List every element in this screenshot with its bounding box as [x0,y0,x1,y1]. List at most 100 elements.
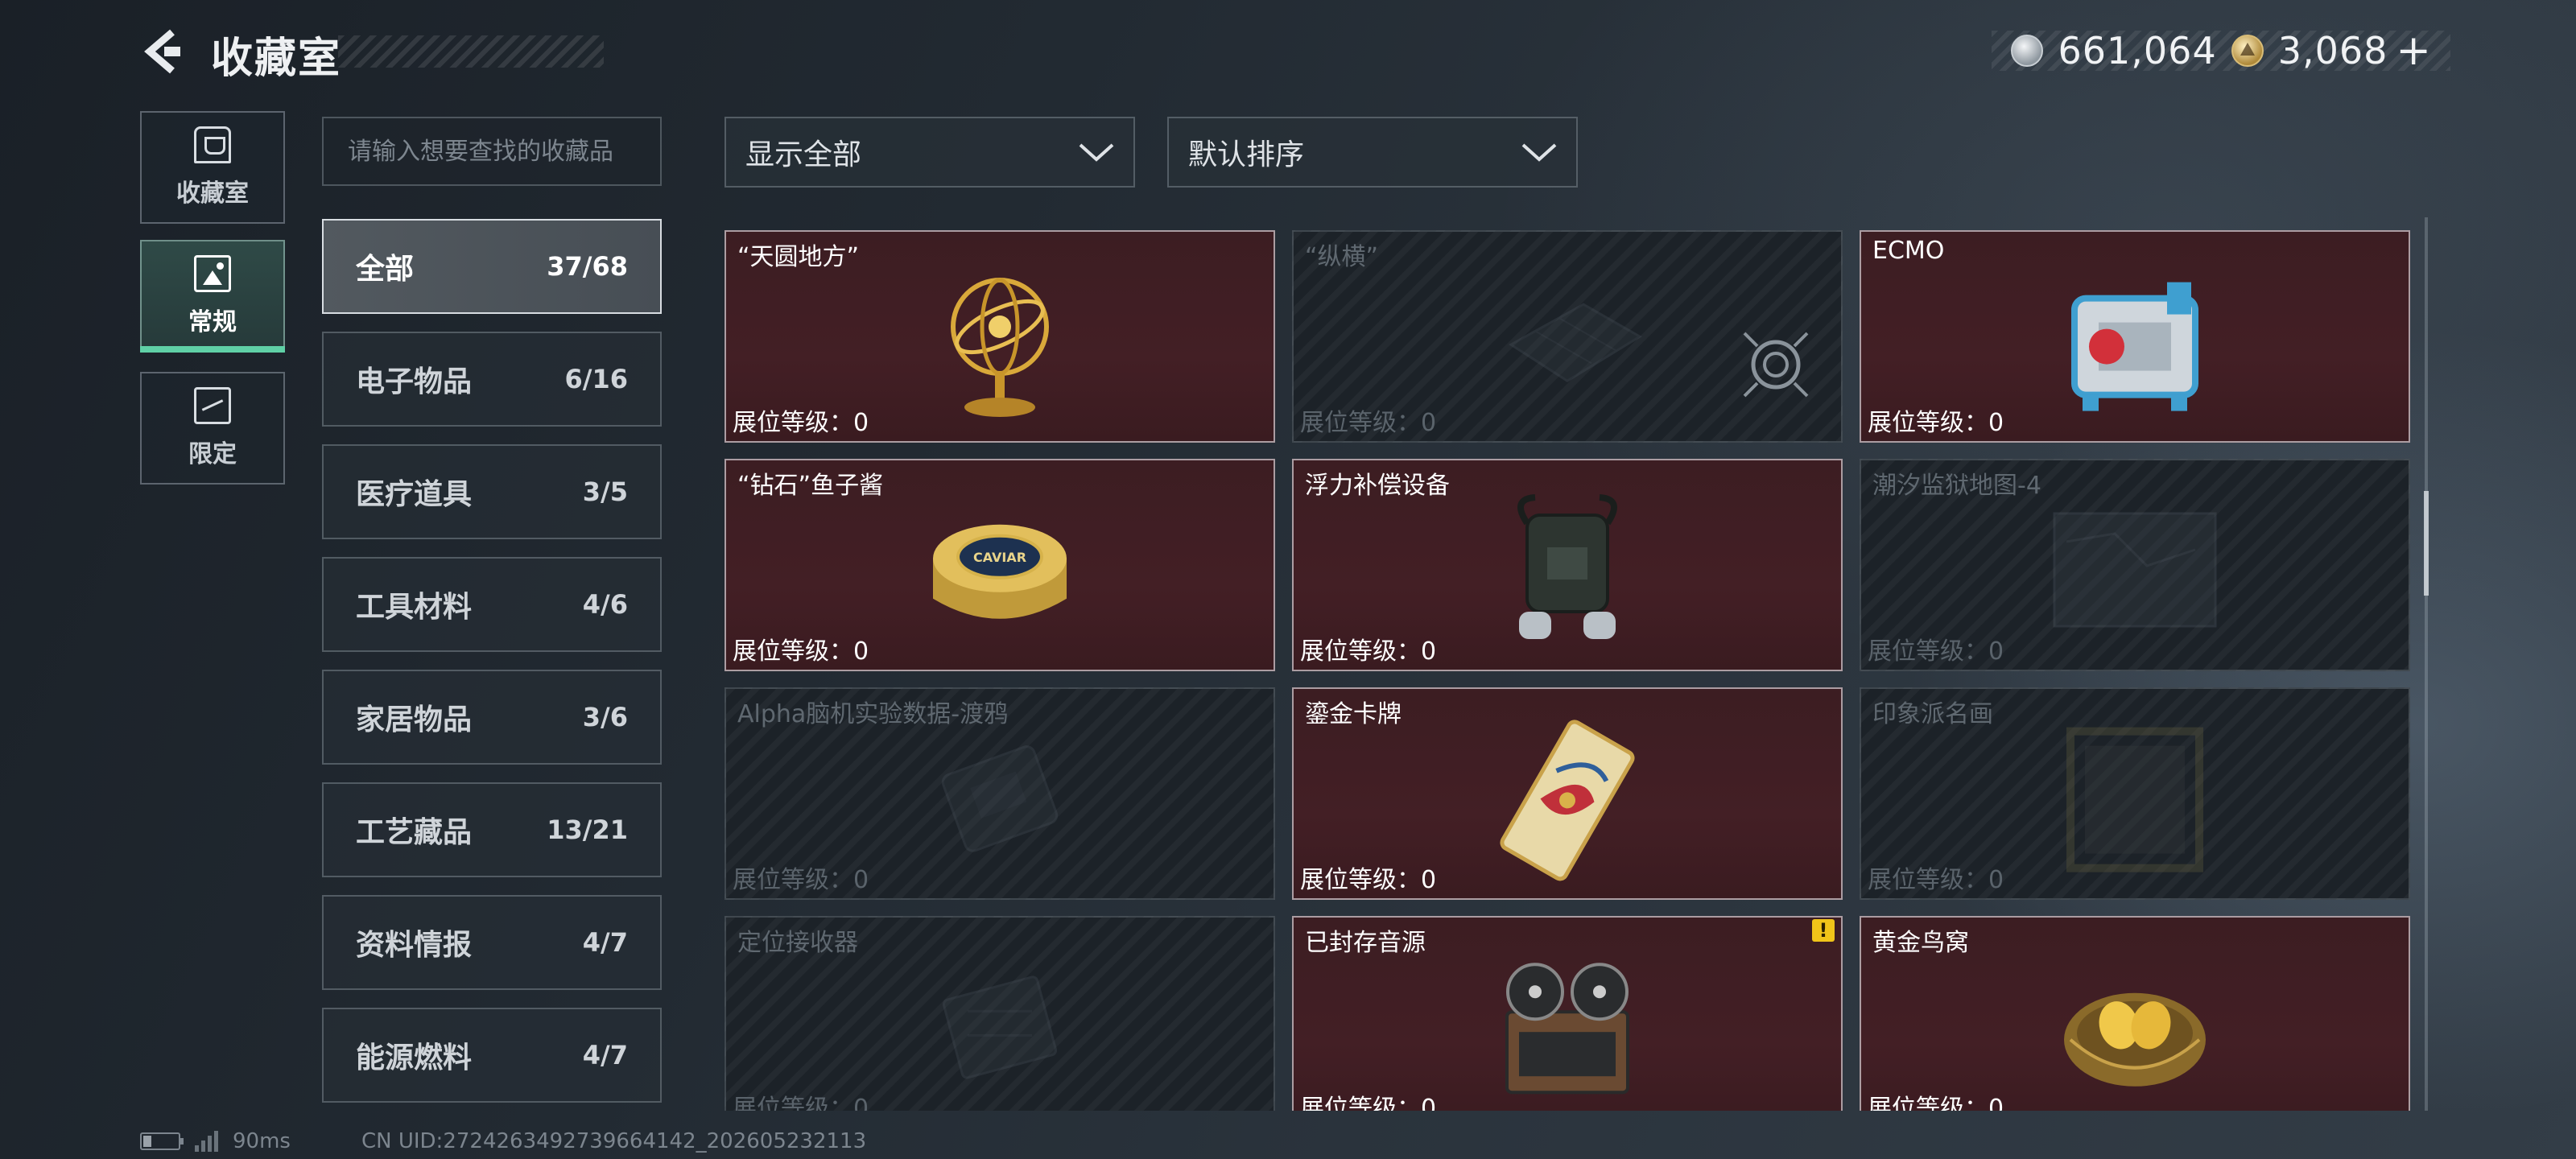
collection-item-card[interactable]: 潮汐监狱地图-4 展位等级：0 [1860,459,2410,671]
gold-coin-icon [2231,35,2264,67]
picture-icon [194,255,231,292]
item-level: 展位等级：0 [1300,409,1437,437]
category-intel[interactable]: 资料情报 4/7 [322,895,662,990]
item-name: 定位接收器 [737,929,858,957]
limited-icon [194,387,231,424]
category-all[interactable]: 全部 37/68 [322,219,662,314]
collection-item-card[interactable]: “天圆地方” 展位等级：0 [724,230,1275,443]
category-household[interactable]: 家居物品 3/6 [322,670,662,765]
nav-tab-label: 常规 [188,308,237,336]
grid-scrollbar[interactable] [2425,217,2428,1111]
item-name: “天圆地方” [737,243,860,271]
category-name: 全部 [356,253,415,286]
category-name: 电子物品 [356,365,473,398]
nav-tab-label: 限定 [188,440,237,468]
category-count: 13/21 [547,815,628,845]
nav-tab-label: 收藏室 [176,179,249,208]
page-title: 收藏室 [211,35,342,83]
caviar-tin-icon: CAVIAR [933,524,1067,619]
add-currency-button[interactable]: + [2396,27,2431,75]
status-bar: 90ms CN UID:2724263492739664142_20260523… [140,1127,866,1156]
item-name: 潮汐监狱地图-4 [1872,472,2041,500]
silver-coin-icon [2011,35,2044,67]
collection-item-card[interactable]: 定位接收器 展位等级：0 [724,916,1275,1111]
collection-grid[interactable]: “天圆地方” 展位等级：0 “纵横” 展位等级：0 ECMO 展位等级：0 CA… [724,230,2412,1111]
nav-tab-regular[interactable]: 常规 [140,240,285,353]
chevron-down-icon [1521,143,1557,162]
category-tools[interactable]: 工具材料 4/6 [322,557,662,652]
item-name: 鎏金卡牌 [1305,700,1402,728]
item-name: 印象派名画 [1872,700,1993,728]
user-uid: CN UID:2724263492739664142_202605232113 [361,1129,867,1153]
gold-currency-value: 3,068 [2277,29,2388,72]
collection-item-card[interactable]: 印象派名画 展位等级：0 [1860,687,2410,900]
item-name: ECMO [1872,237,1945,265]
category-electronics[interactable]: 电子物品 6/16 [322,332,662,427]
item-level: 展位等级：0 [1300,866,1437,894]
armillary-sphere-icon [951,278,1049,417]
item-name: 黄金鸟窝 [1872,929,1969,957]
category-name: 工艺藏品 [356,816,473,849]
category-count: 4/7 [582,927,628,958]
title-decoration [338,35,604,68]
item-level: 展位等级：0 [1868,637,2004,666]
collection-item-card[interactable]: 鎏金卡牌 展位等级：0 [1292,687,1843,900]
category-name: 能源燃料 [356,1041,473,1074]
chevron-down-icon [1079,143,1114,162]
collection-item-card[interactable]: CAVIAR “钻石”鱼子酱 展位等级：0 [724,459,1275,671]
data-drive-icon [941,745,1059,852]
item-name: 已封存音源 [1305,929,1426,957]
nav-tab-limited[interactable]: 限定 [140,372,285,485]
category-count: 3/5 [582,476,628,507]
gilded-card-icon [1500,720,1635,881]
item-name: 浮力补偿设备 [1305,472,1450,500]
category-count: 6/16 [564,364,628,394]
category-name: 医疗道具 [356,478,473,511]
collection-item-card[interactable]: 已封存音源 ! 展位等级：0 [1292,916,1843,1111]
collection-item-card[interactable]: “纵横” 展位等级：0 [1292,230,1843,443]
item-name: “钻石”鱼子酱 [737,472,884,500]
item-name: “纵横” [1305,243,1379,271]
painting-frame-icon [2066,727,2203,872]
chessboard-icon [1509,303,1642,382]
category-name: 工具材料 [356,591,473,624]
back-arrow-icon [144,29,180,74]
category-count: 3/6 [582,702,628,732]
category-count: 4/6 [582,589,628,620]
map-icon [2053,512,2217,628]
locked-target-icon [1743,332,1809,398]
item-level: 展位等级：0 [1868,1095,2004,1111]
dropdown-value: 默认排序 [1188,138,1305,171]
category-count: 37/68 [547,251,628,282]
category-name: 家居物品 [356,703,473,736]
ping-value: 90ms [233,1129,291,1153]
currency-bar: 661,064 3,068 + [1992,27,2450,75]
reel-recorder-icon [1505,963,1629,1095]
collection-item-card[interactable]: ECMO 展位等级：0 [1860,230,2410,443]
category-energy[interactable]: 能源燃料 4/7 [322,1008,662,1103]
back-button[interactable] [137,26,188,77]
battery-icon [140,1132,184,1150]
category-name: 资料情报 [356,929,473,962]
sort-dropdown[interactable]: 默认排序 [1167,117,1578,188]
category-crafts[interactable]: 工艺藏品 13/21 [322,782,662,877]
search-input[interactable] [322,117,662,186]
buoyancy-device-icon [1517,494,1617,639]
collection-item-card[interactable]: 黄金鸟窝 展位等级：0 [1860,916,2410,1111]
item-level: 展位等级：0 [733,1095,869,1111]
display-filter-dropdown[interactable]: 显示全部 [724,117,1135,188]
item-level: 展位等级：0 [1300,1095,1437,1111]
grid-scrollbar-thumb[interactable] [2424,491,2429,596]
item-name: Alpha脑机实验数据-渡鸦 [737,700,1009,728]
collection-item-card[interactable]: 浮力补偿设备 展位等级：0 [1292,459,1843,671]
category-medical[interactable]: 医疗道具 3/5 [322,444,662,539]
collection-item-card[interactable]: Alpha脑机实验数据-渡鸦 展位等级：0 [724,687,1275,900]
nav-tab-collection[interactable]: 收藏室 [140,111,285,224]
silver-currency-value: 661,064 [2058,29,2217,72]
ecmo-machine-icon [2071,282,2198,411]
item-level: 展位等级：0 [1868,409,2004,437]
receiver-icon [942,975,1058,1079]
svg-text:CAVIAR: CAVIAR [973,550,1026,565]
item-level: 展位等级：0 [1300,637,1437,666]
item-level: 展位等级：0 [1868,866,2004,894]
